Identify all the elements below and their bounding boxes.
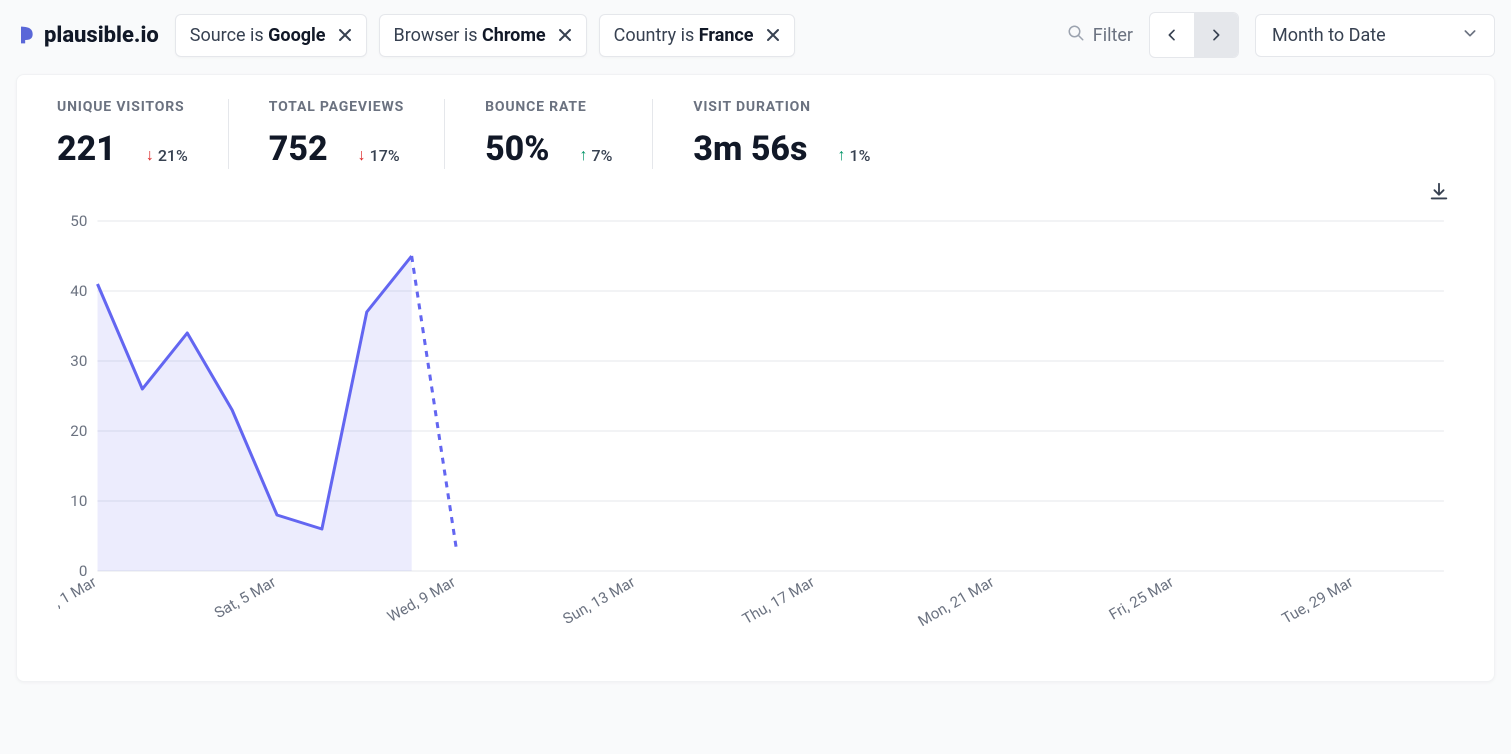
download-icon [1428, 181, 1450, 203]
filter-chip-country[interactable]: Country is France [599, 14, 795, 57]
period-select[interactable]: Month to Date [1255, 14, 1495, 57]
arrow-down-icon: ↓ [358, 145, 366, 165]
close-icon[interactable] [558, 28, 572, 42]
plausible-logo-icon [16, 25, 36, 45]
download-button[interactable] [57, 181, 1454, 203]
prev-period-button[interactable] [1150, 13, 1194, 57]
svg-text:Sun, 13 Mar: Sun, 13 Mar [560, 573, 638, 628]
period-nav [1149, 12, 1239, 58]
svg-text:Tue, 1 Mar: Tue, 1 Mar [57, 573, 100, 623]
svg-text:10: 10 [70, 492, 87, 510]
chevron-down-icon [1462, 25, 1478, 46]
filter-chip-source[interactable]: Source is Google [175, 14, 367, 57]
brand[interactable]: plausible.io [16, 23, 159, 48]
close-icon[interactable] [338, 28, 352, 42]
svg-text:Thu, 17 Mar: Thu, 17 Mar [739, 573, 817, 628]
filter-label: Filter [1093, 25, 1133, 46]
svg-text:30: 30 [70, 352, 87, 370]
svg-text:Tue, 29 Mar: Tue, 29 Mar [1279, 573, 1356, 627]
arrow-down-icon: ↓ [146, 145, 154, 165]
brand-name: plausible.io [44, 23, 159, 48]
arrow-up-icon: ↑ [580, 145, 588, 165]
stats-row: UNIQUE VISITORS 221 ↓21% TOTAL PAGEVIEWS… [57, 99, 1454, 169]
svg-text:Fri, 25 Mar: Fri, 25 Mar [1106, 573, 1177, 624]
stat-visit-duration[interactable]: VISIT DURATION 3m 56s ↑1% [693, 99, 910, 169]
filter-chip-browser[interactable]: Browser is Chrome [379, 14, 587, 57]
search-icon [1067, 24, 1085, 47]
svg-text:Sat, 5 Mar: Sat, 5 Mar [211, 573, 279, 622]
next-period-button[interactable] [1194, 13, 1238, 57]
stat-bounce-rate[interactable]: BOUNCE RATE 50% ↑7% [485, 99, 653, 169]
stat-total-pageviews[interactable]: TOTAL PAGEVIEWS 752 ↓17% [269, 99, 445, 169]
topbar: plausible.io Source is Google Browser is… [0, 0, 1511, 74]
main-panel: UNIQUE VISITORS 221 ↓21% TOTAL PAGEVIEWS… [16, 74, 1495, 682]
close-icon[interactable] [766, 28, 780, 42]
period-label: Month to Date [1272, 25, 1386, 46]
svg-text:Wed, 9 Mar: Wed, 9 Mar [384, 573, 458, 626]
svg-text:Mon, 21 Mar: Mon, 21 Mar [915, 573, 997, 630]
arrow-up-icon: ↑ [837, 145, 845, 165]
stat-unique-visitors[interactable]: UNIQUE VISITORS 221 ↓21% [57, 99, 229, 169]
svg-text:40: 40 [70, 282, 87, 300]
filter-button[interactable]: Filter [1067, 24, 1133, 47]
svg-text:50: 50 [70, 212, 87, 230]
svg-text:20: 20 [70, 422, 87, 440]
visitors-chart[interactable]: 01020304050Tue, 1 MarSat, 5 MarWed, 9 Ma… [57, 211, 1454, 641]
